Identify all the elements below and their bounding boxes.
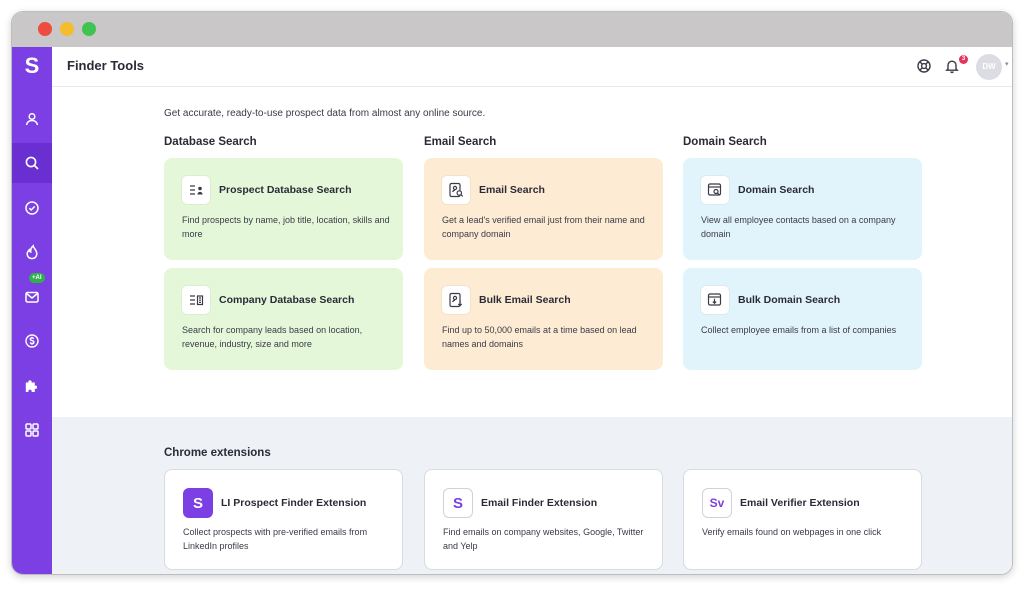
card-icon-box (182, 286, 210, 314)
search-icon (25, 156, 39, 170)
card-description: Verify emails found on webpages in one c… (702, 527, 882, 537)
list-building-icon (190, 295, 204, 306)
section-title-database: Database Search (164, 136, 257, 148)
contact-search-icon (449, 182, 464, 198)
mail-icon (25, 291, 39, 303)
section-title-email: Email Search (424, 136, 497, 148)
card-title: Bulk Domain Search (738, 294, 841, 306)
card-bulk-email-search[interactable]: Bulk Email Search Find up to 50,000 emai… (424, 268, 663, 370)
card-description: Collect prospects with pre-verified emai… (183, 527, 368, 551)
sidebar-item-tasks[interactable] (12, 188, 52, 228)
sidebar-item-integrations[interactable] (12, 366, 52, 406)
check-circle-icon (25, 201, 39, 215)
card-description: Search for company leads based on locati… (182, 325, 363, 349)
card-icon-box (442, 176, 470, 204)
chevron-down-icon[interactable]: ▾ (1005, 60, 1009, 68)
browser-search-icon (707, 183, 722, 196)
list-person-icon (190, 185, 203, 195)
dollar-icon (25, 334, 39, 348)
card-icon-box (701, 176, 729, 204)
minimize-window-button[interactable] (60, 22, 74, 36)
page-title: Finder Tools (67, 58, 145, 73)
card-title: Bulk Email Search (479, 294, 571, 306)
card-email-finder-extension[interactable]: S Email Finder Extension Find emails on … (424, 469, 663, 570)
snovio-s-logo-icon: S (183, 488, 213, 518)
user-icon (25, 112, 39, 126)
card-prospect-database-search[interactable]: Prospect Database Search Find prospects … (164, 158, 403, 260)
snovio-sv-logo-icon: Sv (702, 488, 732, 518)
sidebar-item-email[interactable]: +AI (12, 273, 52, 317)
card-title: Prospect Database Search (219, 184, 352, 196)
bell-icon[interactable] (944, 58, 960, 74)
card-title: Company Database Search (219, 294, 355, 306)
user-avatar[interactable]: DW (976, 54, 1002, 80)
help-lifebuoy-icon[interactable] (916, 58, 932, 74)
main-content: Finder Tools 3 DW ▾ Get accurate, ready-… (52, 47, 1012, 574)
contact-download-icon (449, 292, 463, 308)
card-email-verifier-extension[interactable]: Sv Email Verifier Extension Verify email… (683, 469, 922, 570)
section-title-domain: Domain Search (683, 136, 767, 148)
card-description: View all employee contacts based on a co… (701, 215, 896, 239)
maximize-window-button[interactable] (82, 22, 96, 36)
card-description: Get a lead's verified email just from th… (442, 215, 645, 239)
card-domain-search[interactable]: Domain Search View all employee contacts… (683, 158, 922, 260)
card-title: Email Search (479, 184, 545, 196)
notification-count-badge: 3 (959, 55, 968, 64)
browser-download-icon (707, 293, 722, 306)
card-title: Domain Search (738, 184, 815, 196)
card-li-prospect-finder-extension[interactable]: S LI Prospect Finder Extension Collect p… (164, 469, 403, 570)
section-title-extensions: Chrome extensions (164, 447, 271, 459)
card-description: Collect employee emails from a list of c… (701, 325, 897, 335)
sidebar-item-finder[interactable] (12, 143, 52, 183)
intro-text: Get accurate, ready-to-use prospect data… (164, 108, 486, 119)
card-icon-box (442, 286, 470, 314)
sidebar-item-apps[interactable] (12, 410, 52, 450)
top-header: Finder Tools 3 DW ▾ (52, 47, 1012, 87)
browser-window: S +AI Finder Tools 3 DW ▾ Get accurate, … (11, 11, 1013, 575)
sidebar: S +AI (12, 47, 52, 574)
snovio-s-outline-icon: S (443, 488, 473, 518)
card-company-database-search[interactable]: Company Database Search Search for compa… (164, 268, 403, 370)
card-title: LI Prospect Finder Extension (221, 497, 367, 509)
close-window-button[interactable] (38, 22, 52, 36)
card-title: Email Finder Extension (481, 497, 598, 509)
card-description: Find emails on company websites, Google,… (443, 527, 644, 551)
card-description: Find prospects by name, job title, locat… (182, 215, 390, 239)
extensions-section: Chrome extensions S LI Prospect Finder E… (52, 417, 1012, 574)
sidebar-item-contacts[interactable] (12, 99, 52, 139)
app-logo[interactable]: S (12, 51, 52, 81)
apps-grid-icon (25, 423, 39, 437)
card-bulk-domain-search[interactable]: Bulk Domain Search Collect employee emai… (683, 268, 922, 370)
window-titlebar (12, 12, 1012, 47)
card-icon-box (701, 286, 729, 314)
card-email-search[interactable]: Email Search Get a lead's verified email… (424, 158, 663, 260)
card-description: Find up to 50,000 emails at a time based… (442, 325, 637, 349)
card-title: Email Verifier Extension (740, 497, 860, 509)
puzzle-icon (25, 380, 38, 392)
sidebar-item-warmup[interactable] (12, 232, 52, 272)
flame-icon (26, 244, 38, 260)
sidebar-item-deals[interactable] (12, 321, 52, 361)
card-icon-box (182, 176, 210, 204)
ai-badge: +AI (29, 273, 45, 283)
